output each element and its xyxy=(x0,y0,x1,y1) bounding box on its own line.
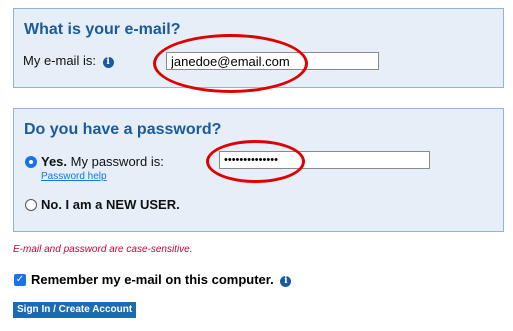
password-section-title: Do you have a password? xyxy=(24,121,222,138)
sign-in-button[interactable]: Sign In / Create Account xyxy=(13,302,137,318)
info-icon[interactable]: i xyxy=(102,57,114,68)
remember-label-text: Remember my e-mail on this computer. xyxy=(31,272,274,287)
yes-rest-text: My password is: xyxy=(70,154,164,169)
case-sensitive-note: E-mail and password are case-sensitive. xyxy=(13,244,193,255)
password-help-link[interactable]: Password help xyxy=(41,171,107,182)
password-input[interactable] xyxy=(219,151,430,169)
yes-bold-text: Yes. xyxy=(41,154,68,169)
email-label-text: My e-mail is: xyxy=(23,53,96,68)
yes-label[interactable]: Yes. My password is: xyxy=(41,154,164,169)
radio-yes[interactable] xyxy=(25,156,37,168)
email-label: My e-mail is: i xyxy=(23,53,114,68)
remember-checkbox[interactable]: ✓ xyxy=(14,274,26,286)
radio-new-user[interactable] xyxy=(25,199,37,211)
email-input[interactable] xyxy=(166,52,379,70)
email-panel: What is your e-mail? xyxy=(13,8,504,88)
info-icon[interactable]: i xyxy=(280,276,292,287)
remember-label[interactable]: Remember my e-mail on this computer. i xyxy=(31,272,292,287)
new-user-label[interactable]: No. I am a NEW USER. xyxy=(41,197,180,212)
password-panel: Do you have a password? xyxy=(13,108,504,232)
email-section-title: What is your e-mail? xyxy=(24,21,181,38)
